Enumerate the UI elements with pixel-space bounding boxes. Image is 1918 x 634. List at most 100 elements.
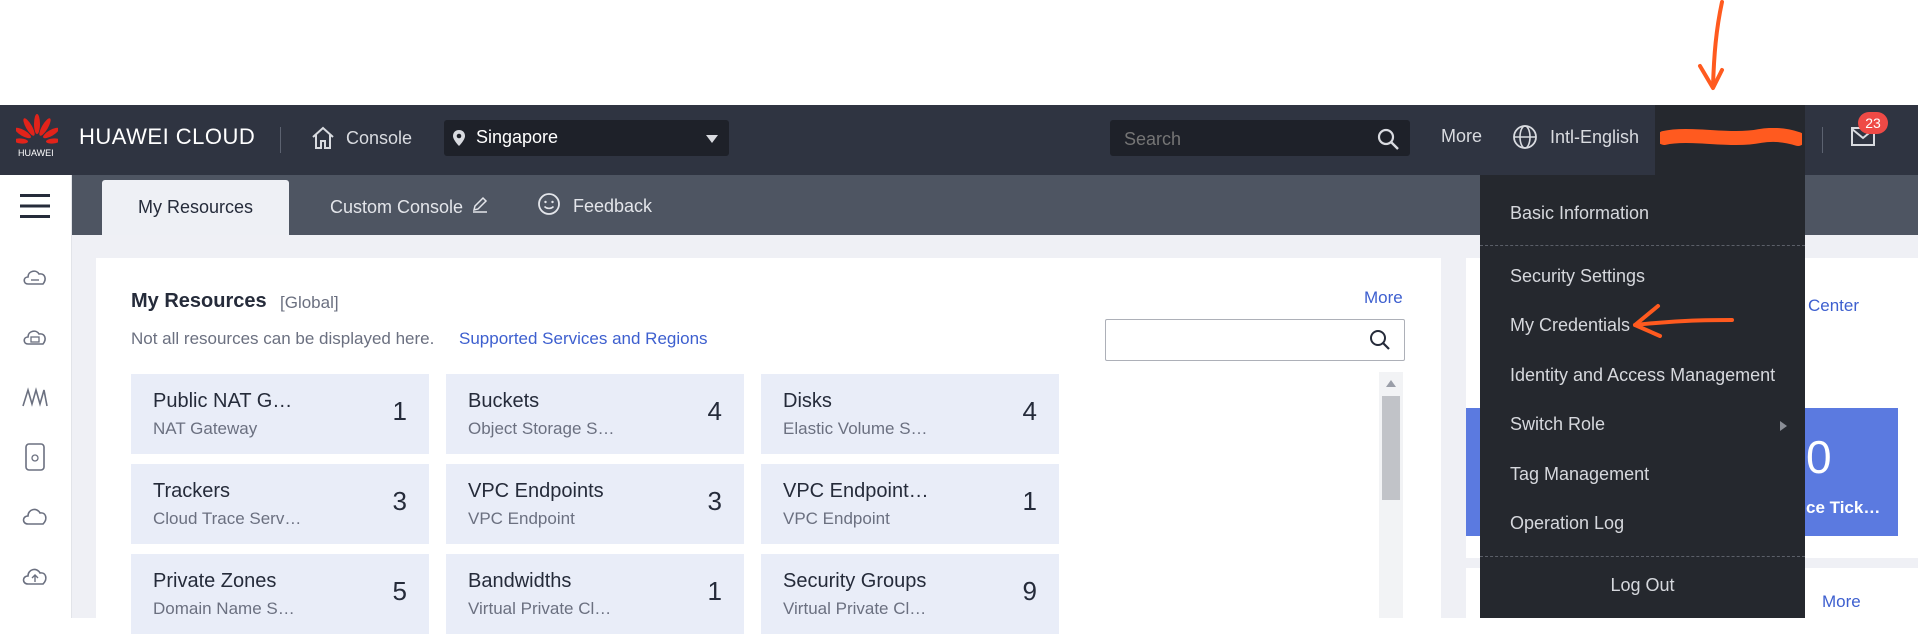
resource-name: Trackers (153, 480, 231, 502)
menu-item-tag-management[interactable]: Tag Management (1510, 464, 1649, 485)
resource-tile[interactable]: Buckets Object Storage S… 4 (446, 374, 744, 454)
network-icon[interactable] (21, 386, 49, 413)
right-more-link[interactable]: More (1822, 592, 1861, 612)
language-selector[interactable]: Intl-English (1512, 124, 1639, 150)
annotation-arrow-left (1630, 300, 1736, 340)
resource-service: Object Storage S… (468, 419, 615, 438)
edit-icon (471, 196, 489, 219)
resource-tile[interactable]: VPC Endpoint… VPC Endpoint 1 (761, 464, 1059, 544)
menu-item-basic-information[interactable]: Basic Information (1510, 203, 1649, 224)
resource-name: Buckets (468, 390, 540, 412)
huawei-logo-icon[interactable] (14, 114, 60, 148)
mail-count-badge: 23 (1858, 112, 1888, 134)
ticket-label: ce Tick… (1806, 498, 1881, 517)
caret-down-icon (706, 135, 718, 143)
resource-name: VPC Endpoints (468, 480, 604, 502)
tab-my-resources[interactable]: My Resources (102, 180, 289, 235)
cloud-upload-icon[interactable] (21, 565, 49, 592)
resource-name: Security Groups (783, 570, 927, 592)
console-label: Console (346, 127, 413, 148)
resource-search-input[interactable] (1106, 320, 1360, 360)
menu-separator (1480, 245, 1805, 246)
resource-tile[interactable]: Disks Elastic Volume S… 4 (761, 374, 1059, 454)
resource-tile[interactable]: Public NAT G… NAT Gateway 1 (131, 374, 429, 454)
cloud-database-icon[interactable] (21, 326, 49, 353)
resource-search-box[interactable] (1105, 319, 1405, 361)
search-box[interactable] (1110, 120, 1410, 158)
resource-tile[interactable]: Security Groups Virtual Private Cl… 9 (761, 554, 1059, 634)
redaction-scribble (1657, 127, 1805, 148)
menu-separator (1480, 556, 1805, 557)
region-select[interactable]: Singapore (444, 120, 729, 156)
scrollbar[interactable] (1379, 372, 1403, 618)
custom-console-label: Custom Console (330, 197, 464, 217)
menu-item-my-credentials[interactable]: My Credentials (1510, 315, 1630, 336)
resource-name: VPC Endpoint… (783, 480, 929, 502)
resource-count: 4 (1022, 396, 1037, 426)
console-link[interactable]: Console (310, 124, 412, 152)
location-pin-icon (452, 129, 466, 152)
resource-tile[interactable]: Trackers Cloud Trace Serv… 3 (131, 464, 429, 544)
resource-service: Elastic Volume S… (783, 419, 928, 438)
menu-item-security-settings[interactable]: Security Settings (1510, 266, 1645, 287)
menu-item-switch-role[interactable]: Switch Role (1510, 414, 1605, 435)
more-menu[interactable]: More (1441, 126, 1482, 147)
chevron-right-icon (1780, 421, 1787, 431)
resource-count: 3 (392, 486, 407, 516)
resource-count: 1 (707, 576, 722, 606)
mobile-app-icon[interactable] (24, 443, 46, 476)
resource-tile[interactable]: VPC Endpoints VPC Endpoint 3 (446, 464, 744, 544)
home-icon (310, 125, 336, 151)
resource-service: Virtual Private Cl… (468, 599, 612, 618)
divider (1822, 127, 1823, 153)
cloud-icon[interactable] (21, 505, 49, 532)
search-icon[interactable] (1368, 328, 1392, 357)
resource-tile[interactable]: Bandwidths Virtual Private Cl… 1 (446, 554, 744, 634)
scrollbar-thumb[interactable] (1382, 396, 1400, 500)
resource-count: 1 (1022, 486, 1037, 516)
logo-subtext: HUAWEI (18, 148, 54, 158)
tab-feedback[interactable]: Feedback (537, 192, 652, 221)
brand-name[interactable]: HUAWEI CLOUD (79, 124, 255, 150)
resource-count: 9 (1022, 576, 1037, 606)
region-value: Singapore (476, 127, 559, 147)
cloud-server-icon[interactable] (21, 266, 49, 293)
hamburger-menu-icon[interactable] (20, 193, 50, 224)
globe-icon (1512, 124, 1538, 150)
language-label: Intl-English (1550, 126, 1640, 147)
resource-name: Private Zones (153, 570, 277, 592)
resource-tile[interactable]: Private Zones Domain Name S… 5 (131, 554, 429, 634)
resource-service: VPC Endpoint (468, 509, 575, 528)
feedback-label: Feedback (573, 196, 653, 216)
search-input[interactable] (1110, 120, 1376, 158)
resources-more-link[interactable]: More (1364, 288, 1403, 308)
resource-count: 5 (392, 576, 407, 606)
resource-service: Virtual Private Cl… (783, 599, 927, 618)
resource-count: 3 (707, 486, 722, 516)
resource-service: Domain Name S… (153, 599, 295, 618)
annotation-arrow-down (1680, 0, 1740, 95)
tab-custom-console[interactable]: Custom Console (330, 196, 489, 219)
card-title: My Resources (131, 290, 267, 312)
account-dropdown-menu: Basic Information Security Settings My C… (1480, 175, 1805, 618)
my-resources-card: My Resources [Global] More Not all resou… (96, 258, 1441, 634)
resource-count: 1 (392, 396, 407, 426)
smile-icon (537, 192, 561, 221)
resource-service: NAT Gateway (153, 419, 258, 438)
logout-button[interactable]: Log Out (1480, 575, 1805, 596)
divider (280, 127, 281, 153)
menu-item-iam[interactable]: Identity and Access Management (1510, 365, 1775, 386)
supported-services-link[interactable]: Supported Services and Regions (459, 329, 708, 349)
scroll-up-arrow-icon[interactable] (1386, 380, 1396, 387)
resource-service: Cloud Trace Serv… (153, 509, 302, 528)
ticket-count: 0 (1806, 431, 1832, 483)
center-link[interactable]: Center (1808, 296, 1859, 316)
resources-note: Not all resources can be displayed here. (131, 329, 435, 348)
menu-item-operation-log[interactable]: Operation Log (1510, 513, 1624, 534)
resource-service: VPC Endpoint (783, 509, 890, 528)
resource-name: Public NAT G… (153, 390, 293, 412)
search-icon[interactable] (1376, 127, 1400, 156)
card-scope: [Global] (280, 293, 339, 312)
resource-count: 4 (707, 396, 722, 426)
resource-name: Disks (783, 390, 832, 412)
